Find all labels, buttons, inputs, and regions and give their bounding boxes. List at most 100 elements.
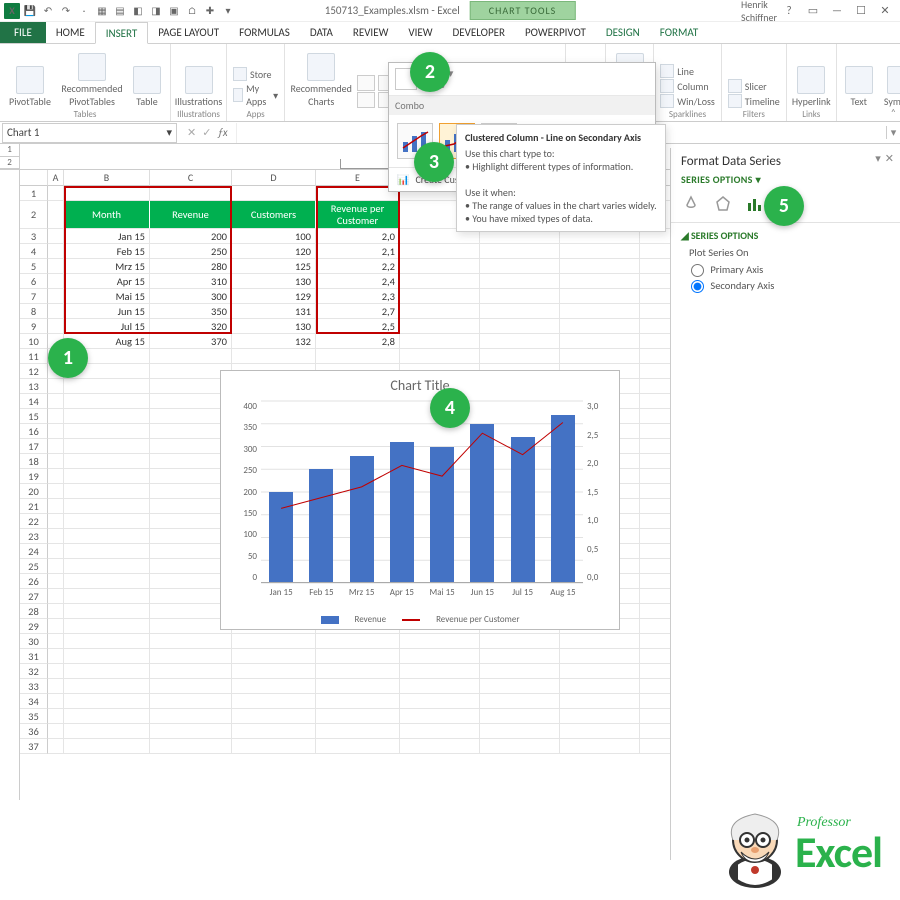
ribbon-options-icon[interactable]: ? — [778, 2, 800, 20]
legend-label-revenue: Revenue — [355, 614, 387, 625]
effects-icon[interactable] — [713, 194, 733, 214]
plot-area[interactable] — [261, 401, 583, 583]
quick-access-toolbar: X 💾 ↶ ↷ · ▦ ▤ ◧ ◨ ▣ ⌂ ✚ ▾ — [0, 3, 236, 19]
custom-combo-icon: 📊 — [397, 173, 409, 186]
legend-label-rpc: Revenue per Customer — [436, 614, 519, 625]
line-series[interactable] — [261, 401, 583, 723]
group-label: Illustrations — [177, 109, 220, 120]
slicer-button[interactable]: Slicer — [728, 79, 767, 93]
close-icon[interactable]: ✕ — [874, 2, 896, 20]
tab-home[interactable]: HOME — [46, 22, 95, 43]
fill-line-icon[interactable] — [681, 194, 701, 214]
name-box[interactable]: Chart 1▾ — [2, 123, 177, 143]
sparkline-winloss-button[interactable]: Win/Loss — [660, 94, 715, 108]
title-bar: X 💾 ↶ ↷ · ▦ ▤ ◧ ◨ ▣ ⌂ ✚ ▾ 150713_Example… — [0, 0, 900, 22]
expand-formula-icon[interactable]: ▾ — [886, 126, 900, 139]
fx-icon[interactable]: ƒx — [217, 126, 227, 139]
qat-more-icon[interactable]: ▾ — [220, 3, 236, 19]
accept-formula-icon[interactable]: ✓ — [202, 126, 211, 139]
qat-btn[interactable]: ⌂ — [184, 3, 200, 19]
group-label: Sparklines — [669, 109, 706, 120]
section-series-options[interactable]: ◢ SERIES OPTIONS — [681, 229, 890, 242]
chart-legend[interactable]: Revenue Revenue per Customer — [221, 614, 619, 625]
series-options-icon[interactable] — [745, 194, 765, 214]
col-A[interactable]: A — [48, 170, 64, 186]
group-label: Apps — [247, 109, 265, 120]
recommended-pivottables-button[interactable]: Recommended PivotTables — [60, 53, 124, 108]
text-button[interactable]: Text — [843, 66, 875, 108]
series-options-dropdown[interactable]: SERIES OPTIONS — [681, 173, 753, 186]
window-title: 150713_Examples.xlsm - Excel — [325, 4, 460, 17]
group-label: Links — [802, 109, 820, 120]
annotation-1: 1 — [48, 338, 88, 378]
outline-level-2[interactable]: 2 — [0, 157, 19, 170]
qat-btn[interactable]: ✚ — [202, 3, 218, 19]
qat-btn[interactable]: ◨ — [148, 3, 164, 19]
user-name[interactable]: Henrik Schiffner — [748, 2, 770, 20]
professor-excel-logo: Professor Excel — [715, 800, 882, 890]
primary-y-axis: 400350300250200150100500 — [227, 401, 257, 583]
group-links: Hyperlink Links — [787, 44, 837, 121]
excel-icon: X — [4, 3, 20, 19]
tab-powerpivot[interactable]: POWERPIVOT — [515, 22, 596, 43]
pivottable-button[interactable]: PivotTable — [6, 66, 54, 108]
table-button[interactable]: Table — [130, 66, 164, 108]
primary-axis-radio[interactable]: Primary Axis — [691, 263, 890, 277]
my-apps-button[interactable]: My Apps ▾ — [233, 82, 278, 108]
collapse-ribbon-icon[interactable]: ˄ — [891, 106, 896, 119]
legend-swatch-rpc — [402, 619, 420, 621]
col-C[interactable]: C — [150, 170, 232, 186]
x-axis: Jan 15Feb 15Mrz 15Apr 15Mai 15Jun 15Jul … — [261, 587, 583, 601]
qat-btn[interactable]: ◧ — [130, 3, 146, 19]
hyperlink-button[interactable]: Hyperlink — [790, 66, 832, 108]
x-axis-line — [261, 582, 583, 583]
annotation-4: 4 — [430, 388, 470, 428]
annotation-5: 5 — [764, 186, 804, 226]
tab-review[interactable]: REVIEW — [343, 22, 399, 43]
outline-level-1[interactable]: 1 — [0, 144, 19, 157]
timeline-button[interactable]: Timeline — [728, 94, 780, 108]
minimize-icon[interactable]: — — [826, 2, 848, 20]
tab-page-layout[interactable]: PAGE LAYOUT — [148, 22, 229, 43]
recommended-charts-button[interactable]: Recommended Charts — [291, 53, 351, 108]
secondary-axis-radio[interactable]: Secondary Axis — [691, 279, 890, 293]
maximize-icon[interactable]: ☐ — [850, 2, 872, 20]
store-button[interactable]: Store — [233, 67, 271, 81]
legend-swatch-revenue — [321, 616, 339, 624]
col-D[interactable]: D — [232, 170, 316, 186]
group-label — [881, 109, 883, 120]
col-B[interactable]: B — [64, 170, 150, 186]
redo-icon[interactable]: ↷ — [58, 3, 74, 19]
sparkline-line-button[interactable]: Line — [660, 64, 694, 78]
sparkline-column-button[interactable]: Column — [660, 79, 708, 93]
pane-close-icon[interactable]: ✕ — [885, 152, 894, 165]
tab-developer[interactable]: DEVELOPER — [443, 22, 515, 43]
chart-title[interactable]: Chart Title — [221, 371, 619, 400]
tab-formulas[interactable]: FORMULAS — [229, 22, 300, 43]
tab-view[interactable]: VIEW — [398, 22, 442, 43]
embedded-chart[interactable]: Chart Title 400350300250200150100500 3,0… — [220, 370, 620, 630]
qat-btn[interactable]: ▦ — [94, 3, 110, 19]
group-filters: Slicer Timeline Filters — [722, 44, 787, 121]
select-all[interactable] — [20, 170, 48, 186]
illustrations-button[interactable]: Illustrations — [175, 66, 223, 108]
symbols-button[interactable]: Symbols — [881, 66, 900, 108]
undo-icon[interactable]: ↶ — [40, 3, 56, 19]
cancel-formula-icon[interactable]: ✕ — [187, 126, 196, 139]
qat-btn[interactable]: ▤ — [112, 3, 128, 19]
group-label: Filters — [743, 109, 765, 120]
save-icon[interactable]: 💾 — [22, 3, 38, 19]
tab-data[interactable]: DATA — [300, 22, 343, 43]
tab-design[interactable]: DESIGN — [596, 22, 650, 43]
combo-subtitle: Combo — [389, 96, 655, 115]
qat-btn[interactable]: ▣ — [166, 3, 182, 19]
row-outline-margin — [0, 170, 20, 800]
ribbon-tabs: FILE HOME INSERT PAGE LAYOUT FORMULAS DA… — [0, 22, 900, 44]
ribbon-collapse-icon[interactable]: ▭ — [802, 2, 824, 20]
tab-format[interactable]: FORMAT — [650, 22, 708, 43]
group-tables: PivotTable Recommended PivotTables Table… — [0, 44, 171, 121]
annotation-2: 2 — [410, 52, 450, 92]
pane-options-icon[interactable]: ▾ — [875, 152, 881, 165]
tab-file[interactable]: FILE — [0, 22, 46, 43]
tab-insert[interactable]: INSERT — [95, 22, 149, 44]
